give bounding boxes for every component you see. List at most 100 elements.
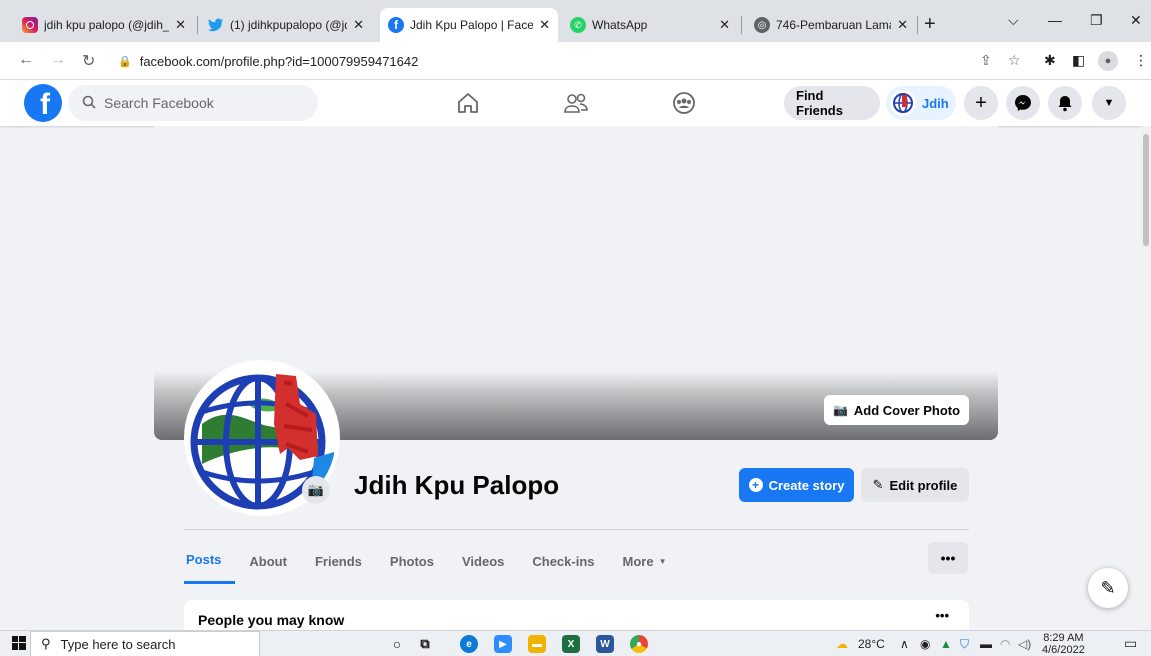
tab-videos[interactable]: Videos	[448, 538, 518, 584]
profile-tabs: Posts About Friends Photos Videos Check-…	[184, 538, 681, 586]
forward-arrow-icon[interactable]: →	[50, 51, 66, 69]
profile-more-options-button[interactable]: •••	[928, 542, 968, 574]
edit-profile-label: Edit profile	[889, 477, 958, 493]
browser-tab-instagram[interactable]: jdih kpu palopo (@jdih_kp ✕	[14, 8, 194, 42]
temperature-text[interactable]: 28°C	[858, 637, 885, 651]
find-friends-button[interactable]: Find Friends	[784, 86, 880, 120]
browser-tab-twitter[interactable]: (1) jdihkpupalopo (@jdihk ✕	[200, 8, 372, 42]
battery-icon[interactable]: ▬	[980, 637, 992, 651]
browser-tab-title: WhatsApp	[592, 18, 648, 32]
friends-icon[interactable]	[562, 90, 590, 116]
facebook-search-input[interactable]: Search Facebook	[68, 85, 318, 121]
tab-separator	[917, 16, 918, 34]
taskbar-search-input[interactable]: ⚲ Type here to search	[30, 631, 260, 656]
search-placeholder: Search Facebook	[104, 95, 214, 111]
menu-kebab-icon[interactable]: ⋮	[1134, 52, 1148, 69]
facebook-icon: f	[388, 17, 404, 33]
tray-app-icon[interactable]: ◉	[920, 637, 930, 651]
file-explorer-icon[interactable]: ▬	[528, 635, 546, 653]
close-tab-icon[interactable]: ✕	[175, 17, 186, 33]
home-icon[interactable]	[454, 90, 482, 116]
close-tab-icon[interactable]: ✕	[719, 17, 730, 33]
people-you-may-know-card: People you may know •••	[184, 600, 969, 630]
add-cover-label: Add Cover Photo	[853, 402, 961, 418]
whatsapp-icon: ✆	[570, 17, 586, 33]
create-story-button[interactable]: + Create story	[739, 468, 854, 502]
profile-globe-avatar	[890, 90, 916, 116]
back-arrow-icon[interactable]: ←	[18, 51, 34, 69]
share-icon[interactable]: ⇪	[980, 52, 992, 69]
scrollbar-thumb[interactable]	[1143, 134, 1149, 246]
word-icon[interactable]: W	[596, 635, 614, 653]
card-options-button[interactable]: •••	[935, 608, 949, 623]
task-view-icon[interactable]: ⧉	[416, 635, 434, 653]
bookmark-star-icon[interactable]: ☆	[1008, 52, 1021, 69]
extensions-puzzle-icon[interactable]: ✱	[1044, 52, 1056, 69]
instagram-icon	[22, 17, 38, 33]
profile-name: Jdih Kpu Palopo	[354, 470, 560, 500]
notifications-bell-icon[interactable]	[1048, 86, 1082, 120]
side-panel-icon[interactable]: ◧	[1072, 52, 1085, 69]
camera-icon: 📷	[832, 403, 848, 417]
minimize-button[interactable]: —	[1048, 12, 1062, 28]
notification-center-icon[interactable]: ▭	[1124, 635, 1137, 652]
create-plus-icon[interactable]: +	[964, 86, 998, 120]
close-tab-icon[interactable]: ✕	[897, 17, 908, 33]
lock-icon[interactable]: 🔒	[118, 55, 132, 68]
people-you-may-know-title: People you may know	[198, 612, 345, 628]
excel-icon[interactable]: X	[562, 635, 580, 653]
chrome-icon[interactable]: ●	[630, 635, 648, 653]
browser-tab-whatsapp[interactable]: ✆ WhatsApp ✕	[562, 8, 738, 42]
taskbar-clock[interactable]: 8:29 AM 4/6/2022	[1042, 632, 1085, 656]
plus-circle-icon: +	[748, 478, 763, 492]
address-bar[interactable]: 🔒 facebook.com/profile.php?id=1000799594…	[108, 47, 968, 75]
close-window-button[interactable]: ✕	[1130, 12, 1142, 29]
tab-posts[interactable]: Posts	[184, 538, 236, 584]
messenger-icon[interactable]	[1006, 86, 1040, 120]
pencil-icon: ✎	[872, 477, 884, 492]
google-drive-icon[interactable]: ▲	[940, 637, 952, 651]
show-hidden-icons-icon[interactable]: ∧	[900, 637, 909, 651]
tab-friends[interactable]: Friends	[301, 538, 376, 584]
volume-icon[interactable]: ◁)	[1018, 637, 1031, 651]
zoom-app-icon[interactable]: ▶	[494, 635, 512, 653]
caret-down-icon: ▼	[658, 556, 667, 566]
new-tab-button[interactable]: +	[924, 14, 936, 34]
close-tab-icon[interactable]: ✕	[353, 17, 364, 33]
wifi-icon[interactable]: ◠	[1000, 637, 1010, 651]
search-icon	[82, 95, 96, 112]
tab-separator	[741, 16, 742, 34]
tab-search-icon[interactable]: ⌵	[1008, 12, 1019, 29]
find-friends-label: Find Friends	[796, 88, 843, 118]
browser-tab-title: jdih kpu palopo (@jdih_kp	[44, 18, 170, 32]
security-shield-icon[interactable]: ⛉	[960, 637, 969, 652]
facebook-logo-icon[interactable]: f	[24, 84, 62, 122]
groups-icon[interactable]	[670, 90, 698, 116]
profile-avatar-icon[interactable]: ●	[1098, 51, 1118, 71]
browser-tab-title: Jdih Kpu Palopo | Facebo	[410, 18, 534, 32]
reload-icon[interactable]: ↻	[82, 51, 95, 71]
close-tab-icon[interactable]: ✕	[539, 17, 550, 33]
weather-icon[interactable]: ☁	[836, 637, 848, 651]
url-text[interactable]: facebook.com/profile.php?id=100079959471…	[140, 54, 419, 69]
update-profile-picture-camera-icon[interactable]: 📷	[302, 476, 330, 504]
browser-tab-title: 746-Pembaruan Laman JI	[776, 18, 891, 32]
profile-shortcut-button[interactable]: Jdih	[886, 86, 956, 120]
edge-browser-icon[interactable]: e	[460, 635, 478, 653]
tab-more[interactable]: More ▼	[609, 538, 681, 584]
browser-tab-pembaruan[interactable]: ◎ 746-Pembaruan Laman JI ✕	[746, 8, 916, 42]
new-message-compose-icon[interactable]: ✎	[1088, 568, 1128, 608]
twitter-icon	[208, 17, 224, 33]
restore-button[interactable]: ❐	[1090, 12, 1103, 29]
windows-start-icon[interactable]	[12, 636, 26, 653]
account-menu-icon[interactable]: ▼	[1092, 86, 1126, 120]
tab-separator	[197, 16, 198, 34]
cortana-icon[interactable]: ○	[388, 635, 406, 653]
tab-about[interactable]: About	[235, 538, 301, 584]
browser-tab-facebook[interactable]: f Jdih Kpu Palopo | Facebo ✕	[380, 8, 558, 42]
tab-photos[interactable]: Photos	[376, 538, 448, 584]
tab-check-ins[interactable]: Check-ins	[518, 538, 608, 584]
profile-shortcut-label: Jdih	[922, 95, 949, 111]
edit-profile-button[interactable]: ✎ Edit profile	[861, 468, 969, 502]
add-cover-photo-button[interactable]: 📷 Add Cover Photo	[824, 395, 969, 425]
